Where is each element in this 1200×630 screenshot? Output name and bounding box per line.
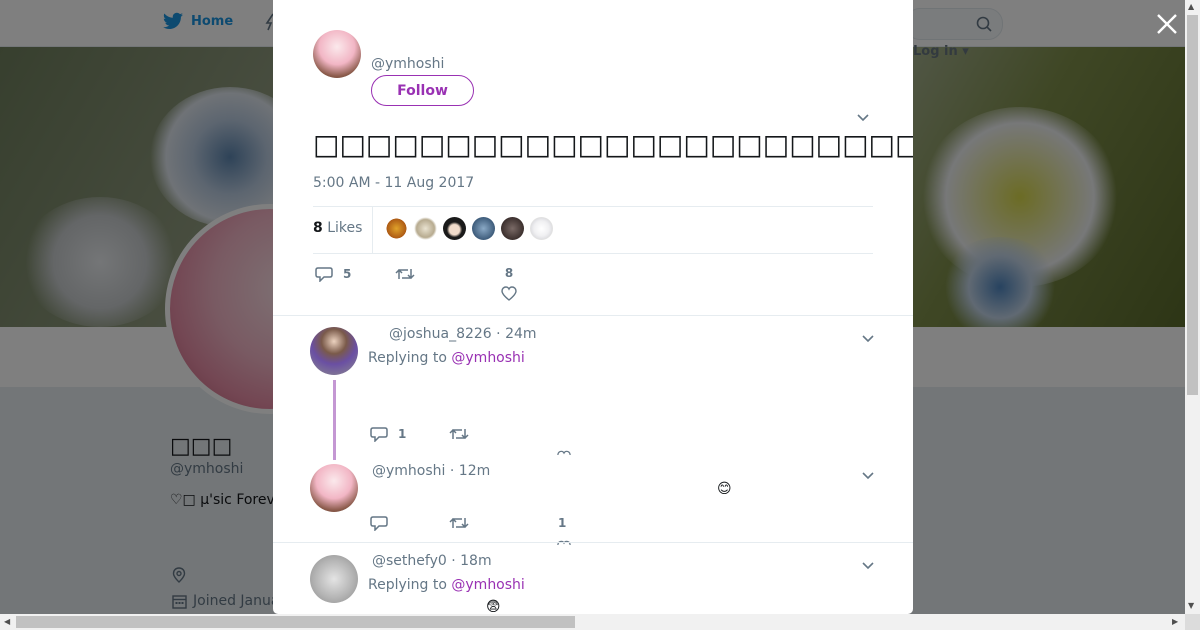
replying-to: Replying to @ymhoshi (368, 577, 525, 593)
reply-icon (370, 427, 388, 442)
horizontal-scrollbar[interactable]: ◀ ▶ (0, 614, 1185, 630)
liker-avatar[interactable] (501, 217, 524, 240)
reply-emoji: 😊 (717, 481, 732, 497)
reply-time[interactable]: 24m (505, 326, 536, 342)
tweet-author-avatar[interactable] (313, 30, 361, 78)
reply-header: @ymhoshi · 12m (372, 463, 491, 479)
reply-button[interactable]: 5 (315, 266, 351, 282)
tweet-text: □□□□□□□□□□□□□□□□□□□□□□□□□□□□□□□□□□□□□□□□… (313, 128, 913, 161)
chevron-down-icon[interactable] (856, 108, 870, 127)
reply-count: 1 (398, 427, 407, 441)
likers-list (385, 217, 553, 240)
reply-time[interactable]: 18m (460, 553, 491, 569)
reply-time[interactable]: 12m (459, 463, 490, 479)
chevron-down-icon[interactable] (861, 466, 875, 485)
reply-handle[interactable]: @sethefy0 (372, 553, 447, 569)
liker-avatar[interactable] (385, 217, 408, 240)
reply-header: @joshua_8226 · 24m (389, 326, 537, 342)
retweet-button[interactable] (449, 426, 469, 442)
reply-handle[interactable]: @ymhoshi (372, 463, 445, 479)
retweet-icon (449, 428, 469, 440)
reply-header: @sethefy0 · 18m (372, 553, 492, 569)
scroll-down-arrow[interactable]: ▼ (1188, 601, 1194, 610)
liker-avatar[interactable] (443, 217, 466, 240)
heart-icon[interactable] (557, 449, 571, 455)
replying-to-handle[interactable]: @ymhoshi (451, 577, 524, 593)
scroll-right-arrow[interactable]: ▶ (1172, 617, 1178, 626)
likes-label: Likes (327, 220, 363, 236)
retweet-button[interactable] (449, 515, 469, 531)
reply-count: 5 (343, 267, 352, 281)
retweet-button[interactable] (395, 266, 415, 282)
replying-to: Replying to @ymhoshi (368, 350, 525, 366)
reply-divider (273, 542, 913, 543)
like-count[interactable]: 1 (558, 516, 566, 530)
tweet-modal: @ymhoshi Follow □□□□□□□□□□□□□□□□□□□□□□□□… (273, 0, 913, 614)
liker-avatar[interactable] (472, 217, 495, 240)
likes-stat[interactable]: 8 Likes (313, 220, 362, 236)
scrollbar-corner (1185, 614, 1200, 630)
tweet-timestamp[interactable]: 5:00 AM - 11 Aug 2017 (313, 175, 474, 191)
reply-emoji: 😨 (486, 599, 501, 614)
tweet-divider (273, 315, 913, 316)
vertical-scroll-thumb[interactable] (1187, 15, 1198, 395)
reply-author-avatar[interactable] (310, 464, 358, 512)
reply-handle[interactable]: @joshua_8226 (389, 326, 492, 342)
tweet-author-handle[interactable]: @ymhoshi (371, 56, 444, 72)
reply-author-avatar[interactable] (310, 555, 358, 603)
like-count: 8 (504, 266, 514, 280)
reply-button[interactable]: 1 (370, 426, 406, 442)
retweet-icon (395, 268, 415, 280)
reply-icon (370, 516, 388, 531)
reply-icon (315, 267, 333, 282)
retweet-icon (449, 517, 469, 529)
scroll-left-arrow[interactable]: ◀ (4, 617, 10, 626)
close-icon[interactable] (1155, 12, 1179, 36)
reply-button[interactable] (370, 515, 388, 531)
thread-line (333, 380, 336, 460)
tweet-stats: 8 Likes (313, 206, 873, 254)
likes-count: 8 (313, 220, 323, 236)
like-button[interactable]: 8 (501, 266, 517, 301)
heart-icon (501, 286, 517, 301)
vertical-scrollbar[interactable]: ▲ ▼ (1185, 0, 1200, 614)
liker-avatar[interactable] (530, 217, 553, 240)
follow-button[interactable]: Follow (371, 75, 474, 106)
liker-avatar[interactable] (414, 217, 437, 240)
scroll-up-arrow[interactable]: ▲ (1188, 2, 1194, 11)
chevron-down-icon[interactable] (861, 329, 875, 348)
tweet-actions: 5 8 (313, 262, 873, 306)
stats-divider (372, 207, 373, 253)
reply-author-avatar[interactable] (310, 327, 358, 375)
chevron-down-icon[interactable] (861, 556, 875, 575)
replying-to-handle[interactable]: @ymhoshi (451, 350, 524, 366)
horizontal-scroll-thumb[interactable] (16, 616, 575, 628)
